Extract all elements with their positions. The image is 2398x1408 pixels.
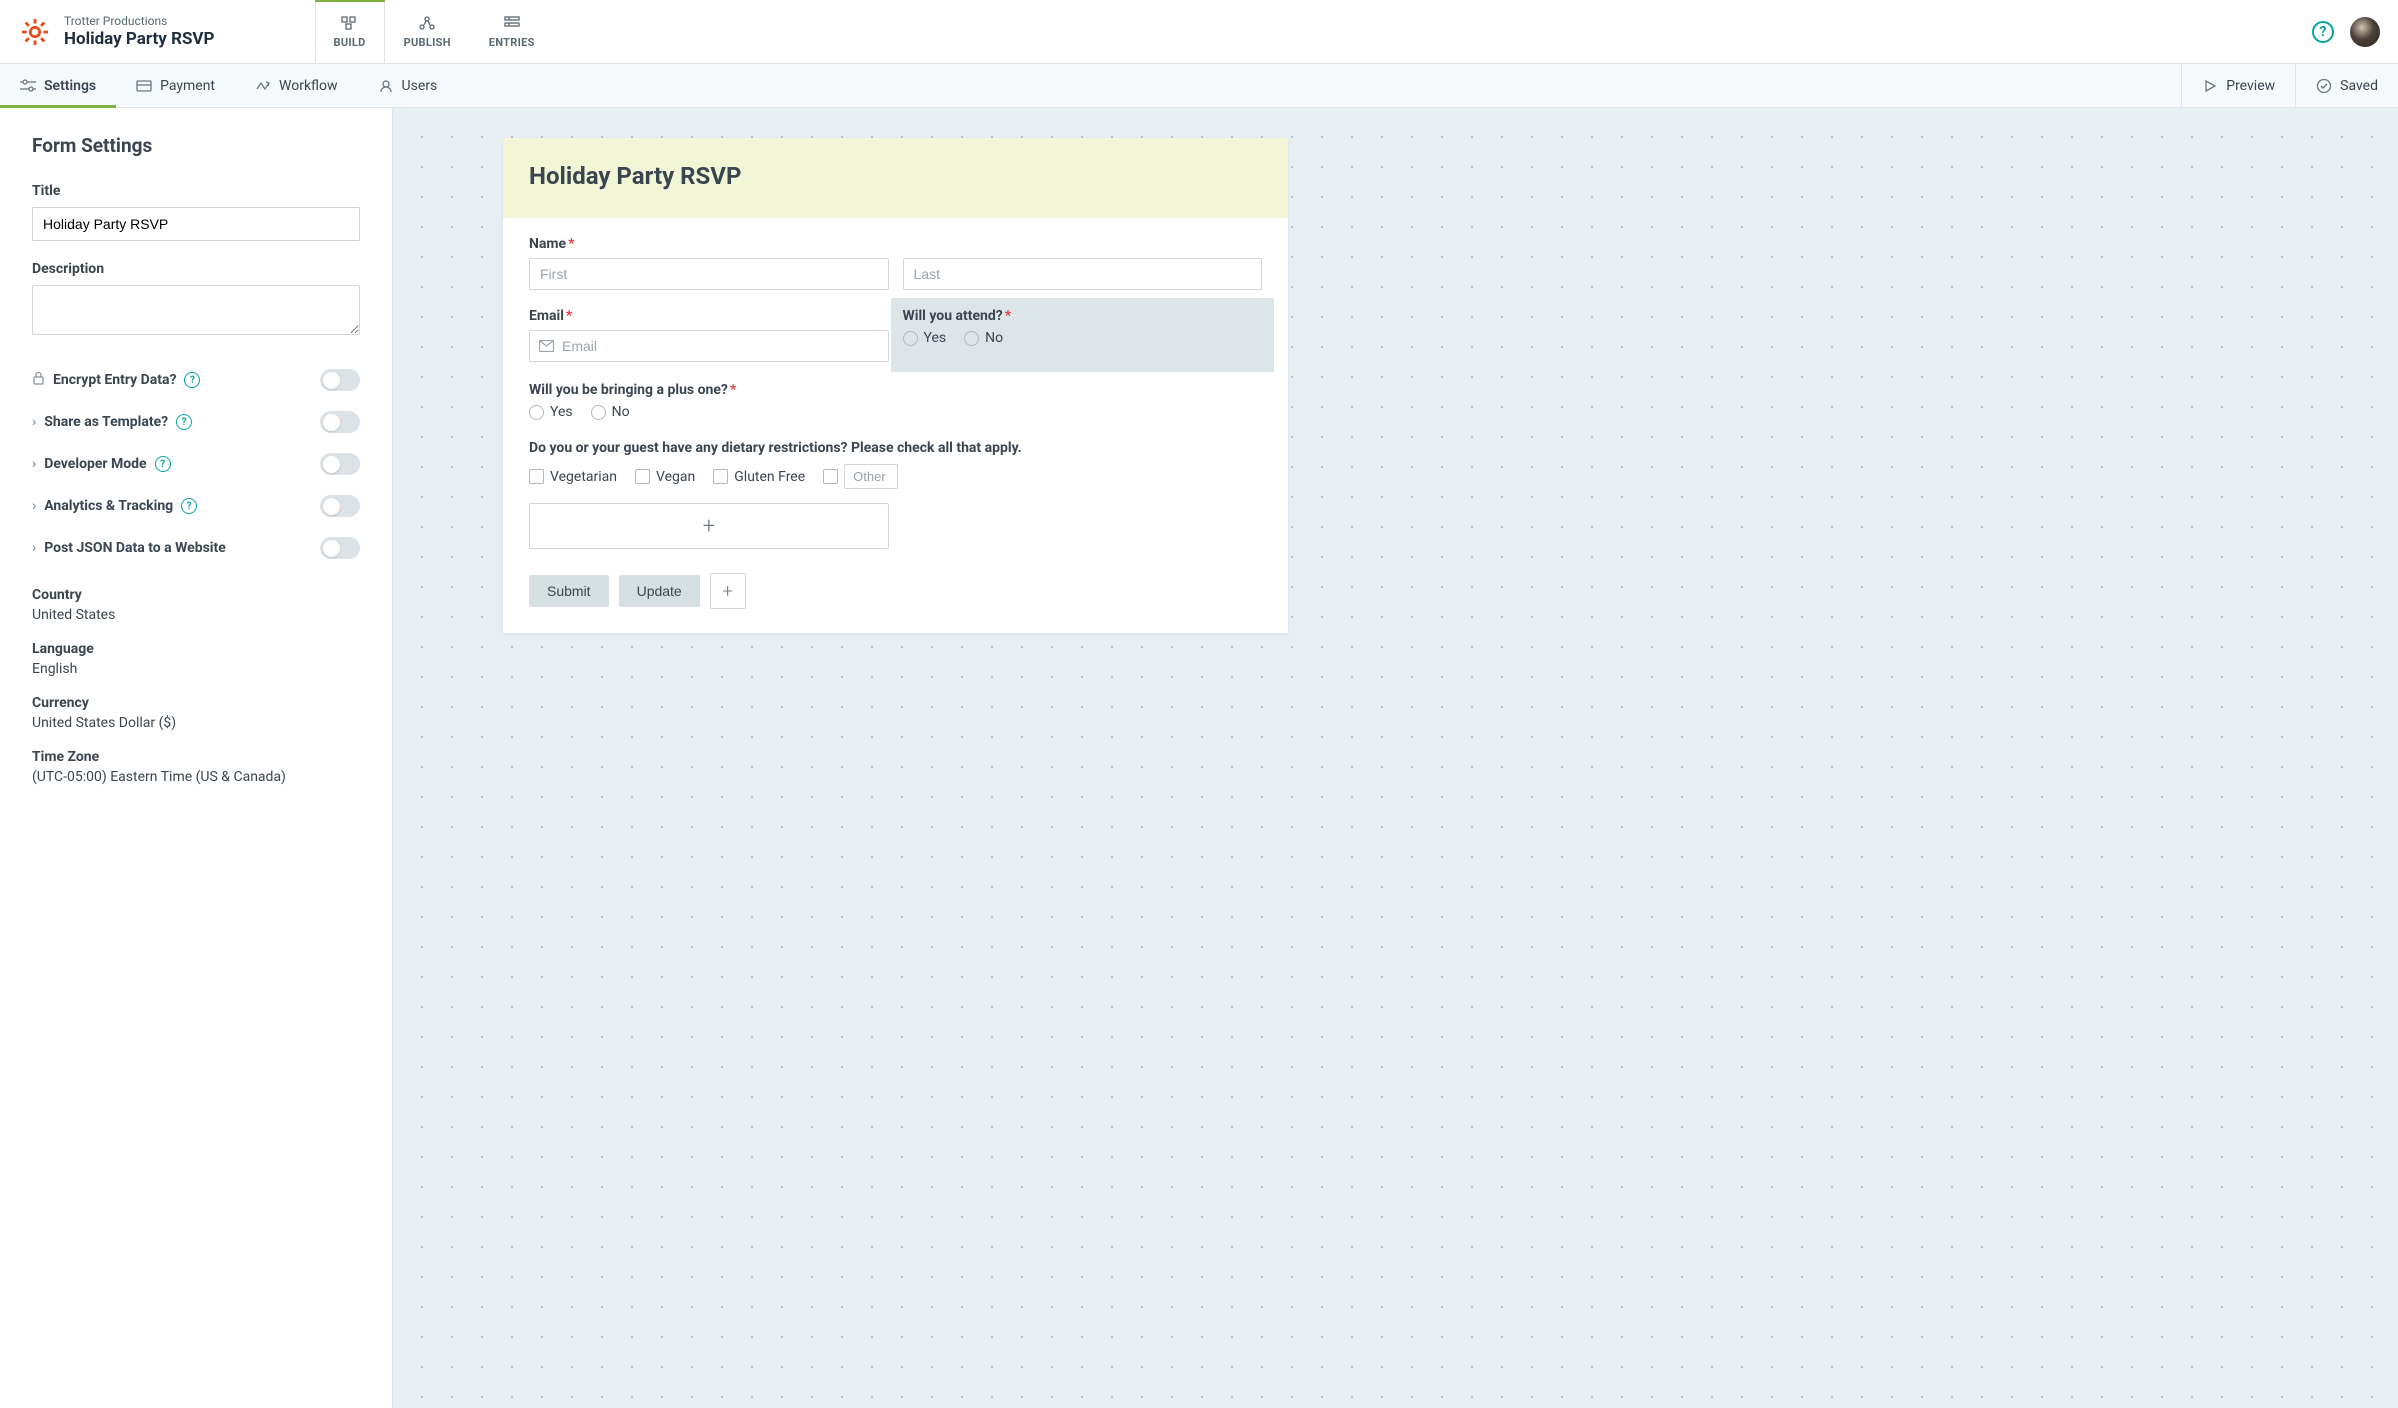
- plusone-label: Will you be bringing a plus one?*: [529, 382, 1262, 398]
- sidebar-heading: Form Settings: [32, 134, 360, 157]
- attend-label: Will you attend?*: [903, 308, 1263, 324]
- subtab-workflow-label: Workflow: [279, 78, 338, 94]
- country-value[interactable]: United States: [32, 607, 360, 623]
- top-tabs: BUILD PUBLISH ENTRIES: [315, 0, 554, 63]
- form-header[interactable]: Holiday Party RSVP: [503, 138, 1288, 218]
- subtab-payment-label: Payment: [160, 78, 215, 94]
- developer-toggle[interactable]: [320, 453, 360, 475]
- language-label: Language: [32, 641, 360, 657]
- tab-build[interactable]: BUILD: [315, 0, 385, 63]
- title-input[interactable]: [32, 207, 360, 241]
- dietary-glutenfree[interactable]: Gluten Free: [713, 469, 805, 485]
- plus-icon: +: [703, 514, 715, 539]
- tab-publish[interactable]: PUBLISH: [385, 0, 470, 63]
- developer-label: Developer Mode: [44, 456, 146, 472]
- tz-label: Time Zone: [32, 749, 360, 765]
- dietary-vegan[interactable]: Vegan: [635, 469, 695, 485]
- logo-icon: [20, 17, 50, 47]
- chevron-right-icon: ›: [32, 498, 36, 514]
- dietary-other-input[interactable]: [844, 464, 898, 489]
- title-label: Title: [32, 183, 360, 199]
- form-canvas[interactable]: Holiday Party RSVP Name* Email*: [393, 108, 2398, 1408]
- template-toggle[interactable]: [320, 411, 360, 433]
- description-input[interactable]: [32, 285, 360, 335]
- subtab-users-label: Users: [402, 78, 438, 94]
- tab-publish-label: PUBLISH: [404, 36, 451, 49]
- saved-label: Saved: [2340, 78, 2378, 94]
- chevron-right-icon: ›: [32, 540, 36, 556]
- country-label: Country: [32, 587, 360, 603]
- subtab-settings-label: Settings: [44, 78, 96, 94]
- plusone-yes[interactable]: Yes: [529, 404, 573, 420]
- attend-field-selected[interactable]: Will you attend?* Yes No: [891, 298, 1275, 372]
- lock-icon: [32, 371, 45, 389]
- form-title: Holiday Party RSVP: [529, 162, 1262, 190]
- brand: Trotter Productions Holiday Party RSVP: [0, 0, 235, 63]
- form-preview-card: Holiday Party RSVP Name* Email*: [503, 138, 1288, 633]
- subtab-workflow[interactable]: Workflow: [235, 64, 358, 107]
- dietary-other[interactable]: [823, 464, 898, 489]
- subtab-users[interactable]: Users: [358, 64, 458, 107]
- currency-value[interactable]: United States Dollar ($): [32, 715, 360, 731]
- saved-status: Saved: [2295, 64, 2398, 107]
- name-label: Name*: [529, 236, 1262, 252]
- help-icon[interactable]: ?: [184, 372, 200, 388]
- chevron-right-icon: ›: [32, 414, 36, 430]
- subtab-settings[interactable]: Settings: [0, 64, 116, 107]
- org-name: Trotter Productions: [64, 14, 215, 28]
- dietary-label: Do you or your guest have any dietary re…: [529, 440, 1262, 456]
- plusone-no[interactable]: No: [591, 404, 630, 420]
- postjson-label: Post JSON Data to a Website: [44, 540, 226, 556]
- attend-no[interactable]: No: [964, 330, 1003, 346]
- add-field-zone[interactable]: +: [529, 503, 889, 549]
- help-icon[interactable]: ?: [181, 498, 197, 514]
- first-name-input[interactable]: [529, 258, 889, 290]
- tz-value[interactable]: (UTC-05:00) Eastern Time (US & Canada): [32, 769, 360, 785]
- email-label: Email*: [529, 308, 889, 324]
- mail-icon: [539, 340, 554, 352]
- help-icon[interactable]: ?: [2312, 21, 2334, 43]
- attend-yes[interactable]: Yes: [903, 330, 947, 346]
- update-button[interactable]: Update: [619, 575, 700, 607]
- tab-entries[interactable]: ENTRIES: [470, 0, 554, 63]
- subtab-payment[interactable]: Payment: [116, 64, 235, 107]
- top-bar: Trotter Productions Holiday Party RSVP B…: [0, 0, 2398, 64]
- avatar[interactable]: [2350, 17, 2380, 47]
- email-input[interactable]: [529, 330, 889, 362]
- tab-build-label: BUILD: [334, 36, 366, 49]
- postjson-toggle[interactable]: [320, 537, 360, 559]
- encrypt-label: Encrypt Entry Data?: [53, 372, 176, 388]
- encrypt-toggle[interactable]: [320, 369, 360, 391]
- help-icon[interactable]: ?: [176, 414, 192, 430]
- language-value[interactable]: English: [32, 661, 360, 677]
- form-name: Holiday Party RSVP: [64, 29, 215, 49]
- plus-icon: +: [723, 581, 733, 602]
- add-button[interactable]: +: [710, 573, 746, 609]
- last-name-input[interactable]: [903, 258, 1263, 290]
- analytics-toggle[interactable]: [320, 495, 360, 517]
- tab-entries-label: ENTRIES: [489, 36, 535, 49]
- preview-button[interactable]: Preview: [2181, 64, 2295, 107]
- dietary-vegetarian[interactable]: Vegetarian: [529, 469, 617, 485]
- second-bar: Settings Payment Workflow Users Preview …: [0, 64, 2398, 108]
- preview-label: Preview: [2226, 78, 2275, 94]
- settings-sidebar: Form Settings Title Description Encrypt …: [0, 108, 393, 1408]
- help-icon[interactable]: ?: [155, 456, 171, 472]
- analytics-label: Analytics & Tracking: [44, 498, 173, 514]
- currency-label: Currency: [32, 695, 360, 711]
- description-label: Description: [32, 261, 360, 277]
- template-label: Share as Template?: [44, 414, 168, 430]
- chevron-right-icon: ›: [32, 456, 36, 472]
- submit-button[interactable]: Submit: [529, 575, 609, 607]
